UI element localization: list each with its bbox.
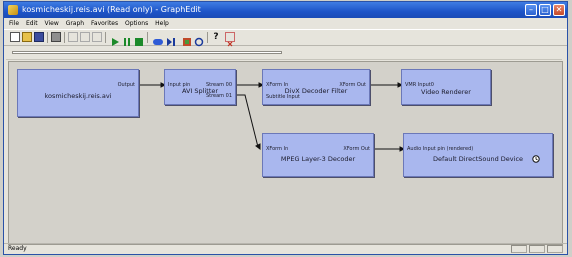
toolbar: ? [4, 29, 567, 47]
status-panel [529, 245, 545, 253]
pin-xform-in[interactable]: XForm In [266, 146, 288, 152]
play-icon[interactable] [110, 32, 120, 46]
print-icon[interactable] [51, 32, 61, 42]
filter-mpeg-layer3-decoder[interactable]: XForm In XForm Out MPEG Layer-3 Decoder [262, 133, 374, 177]
title-bar[interactable]: kosmicheskij.reis.avi (Read only) - Grap… [4, 2, 567, 18]
status-panel [547, 245, 563, 253]
menu-bar: File Edit View Graph Favorites Options H… [4, 18, 567, 29]
filter-name: kosmicheskij.reis.avi [44, 92, 112, 100]
filter-graph-canvas[interactable]: Output kosmicheskij.reis.avi Input pin S… [8, 61, 563, 245]
pin-xform-out[interactable]: XForm Out [343, 146, 370, 152]
filter-divx-decoder[interactable]: XForm In Subtitle Input XForm Out DivX D… [262, 69, 370, 105]
new-icon[interactable] [10, 32, 20, 42]
filter-source-file[interactable]: Output kosmicheskij.reis.avi [17, 69, 139, 117]
seek-bar [6, 46, 562, 60]
filter-name: MPEG Layer-3 Decoder [280, 155, 356, 163]
menu-favorites[interactable]: Favorites [91, 18, 118, 29]
status-text: Ready [8, 245, 27, 252]
menu-edit[interactable]: Edit [26, 18, 38, 29]
filter-video-renderer[interactable]: VMR Input0 Video Renderer [401, 69, 491, 105]
filter-name: Default DirectSound Device [432, 155, 524, 163]
filter-name: Video Renderer [421, 88, 471, 96]
menu-help[interactable]: Help [155, 18, 169, 29]
seek-slider[interactable] [12, 51, 282, 54]
frame-step-icon[interactable] [166, 32, 178, 46]
filter-icon[interactable] [182, 32, 192, 46]
menu-view[interactable]: View [45, 18, 59, 29]
clock-icon [532, 155, 540, 163]
copy-icon[interactable] [80, 32, 90, 42]
filter-name: AVI Splitter [181, 87, 219, 95]
close-icon[interactable]: ✕ [553, 4, 565, 16]
window-title: kosmicheskij.reis.avi (Read only) - Grap… [22, 5, 201, 14]
status-bar: Ready [4, 243, 567, 254]
refresh-icon[interactable] [194, 32, 204, 47]
pin-output[interactable]: Output [118, 82, 135, 88]
filter-directsound-device[interactable]: Audio Input pin (rendered) Default Direc… [403, 133, 553, 177]
cut-icon[interactable] [68, 32, 78, 42]
filter-avi-splitter[interactable]: Input pin Stream 00 Stream 01 AVI Splitt… [164, 69, 236, 105]
maximize-icon[interactable]: □ [539, 4, 551, 16]
filter-name: DivX Decoder Filter [284, 87, 348, 95]
menu-graph[interactable]: Graph [66, 18, 84, 29]
help-icon[interactable]: ? [211, 32, 221, 42]
pin-audio-input[interactable]: Audio Input pin (rendered) [407, 146, 473, 152]
stop-icon[interactable] [134, 32, 144, 46]
seek-icon[interactable] [152, 32, 164, 45]
delete-icon[interactable] [225, 32, 235, 47]
menu-options[interactable]: Options [125, 18, 148, 29]
minimize-icon[interactable]: – [525, 4, 537, 16]
graphedit-window: kosmicheskij.reis.avi (Read only) - Grap… [3, 1, 568, 255]
status-panel [511, 245, 527, 253]
open-icon[interactable] [22, 32, 32, 42]
menu-file[interactable]: File [9, 18, 19, 29]
paste-icon[interactable] [92, 32, 102, 42]
save-icon[interactable] [34, 32, 44, 42]
graphedit-app-icon [8, 5, 18, 15]
pause-icon[interactable] [122, 32, 132, 46]
